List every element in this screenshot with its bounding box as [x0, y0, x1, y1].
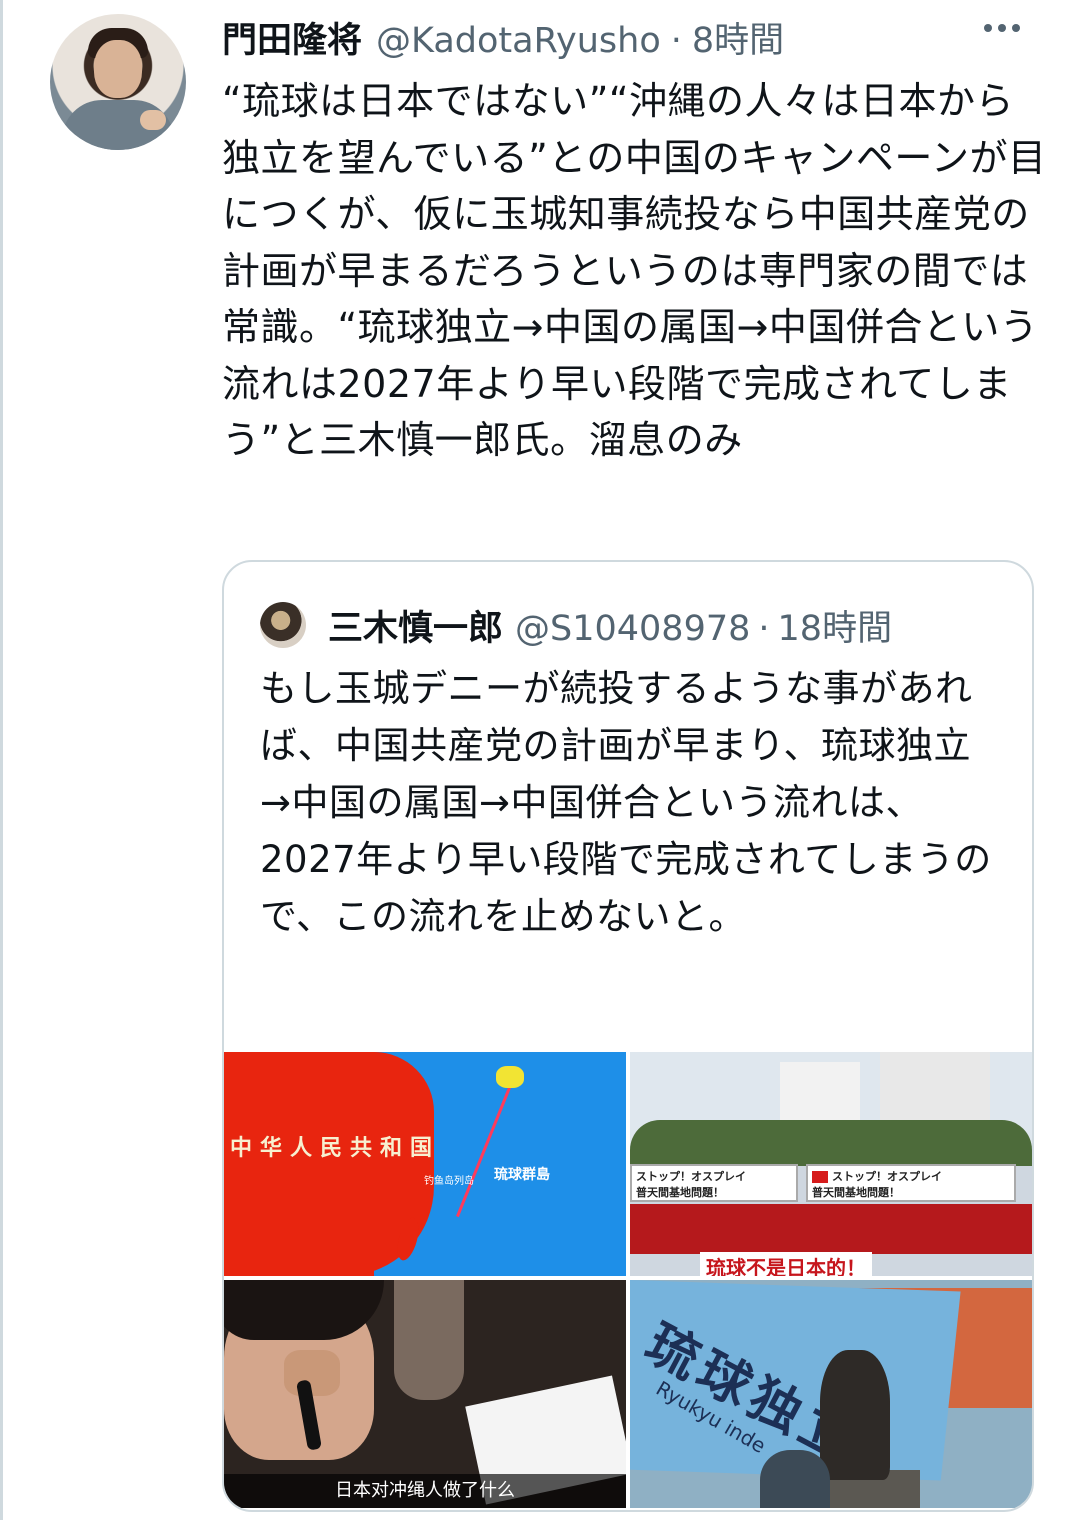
quoted-tweet-header: 三木慎一郎 @S10408978 · 18時間: [328, 600, 892, 651]
quoted-timestamp[interactable]: 18時間: [778, 600, 893, 651]
quoted-user-handle[interactable]: @S10408978: [515, 609, 750, 649]
quoted-tweet-card[interactable]: 三木慎一郎 @S10408978 · 18時間 もし玉城デニーが続投するような事…: [222, 560, 1034, 1512]
banner-left-text: ストップ！オスプレイ: [636, 1170, 746, 1183]
media-video-still[interactable]: 日本对冲绳人做了什么: [224, 1280, 626, 1508]
separator: ·: [670, 21, 682, 61]
quoted-display-name[interactable]: 三木慎一郎: [328, 600, 503, 651]
more-options-icon[interactable]: [984, 24, 1020, 32]
thread-line: [0, 0, 3, 1520]
media-grid: 中华人民共和国 琉球群島 钓鱼岛列岛 ストップ！オスプレイ 普天間基地問題！ ス…: [224, 1052, 1032, 1508]
quoted-separator: ·: [758, 609, 770, 649]
banner-left-sub: 普天間基地問題！: [636, 1186, 724, 1199]
avatar[interactable]: [50, 14, 186, 150]
video-caption: 日本对冲绳人做了什么: [224, 1474, 626, 1508]
media-map-image[interactable]: 中华人民共和国 琉球群島 钓鱼岛列岛: [224, 1052, 626, 1276]
banner-bottom-text: 琉球不是日本的！: [700, 1252, 872, 1276]
map-label-ryukyu: 琉球群島: [494, 1167, 550, 1183]
user-handle[interactable]: @KadotaRyusho: [376, 21, 661, 61]
quoted-avatar[interactable]: [260, 602, 306, 648]
map-label-senkaku: 钓鱼岛列岛: [424, 1176, 474, 1187]
timestamp[interactable]: 8時間: [692, 12, 784, 63]
media-flag-image[interactable]: 琉球独立 Ryukyu inde: [630, 1280, 1032, 1508]
tweet-text: “琉球は日本ではない”“沖縄の人々は日本から独立を望んでいる”との中国のキャンペ…: [222, 79, 1047, 462]
media-banner-image[interactable]: ストップ！オスプレイ 普天間基地問題！ ストップ！オスプレイ 普天間基地問題！ …: [630, 1052, 1032, 1276]
display-name[interactable]: 門田隆将: [222, 12, 362, 63]
map-label-china: 中华人民共和国: [230, 1136, 441, 1161]
banner-right-text: ストップ！オスプレイ: [832, 1170, 942, 1183]
quoted-tweet-text: もし玉城デニーが続投するような事があれば、中国共産党の計画が早まり、琉球独立→中…: [260, 667, 992, 938]
tweet-header: 門田隆将 @KadotaRyusho · 8時間: [222, 12, 784, 63]
banner-right-sub: 普天間基地問題！: [812, 1186, 900, 1199]
